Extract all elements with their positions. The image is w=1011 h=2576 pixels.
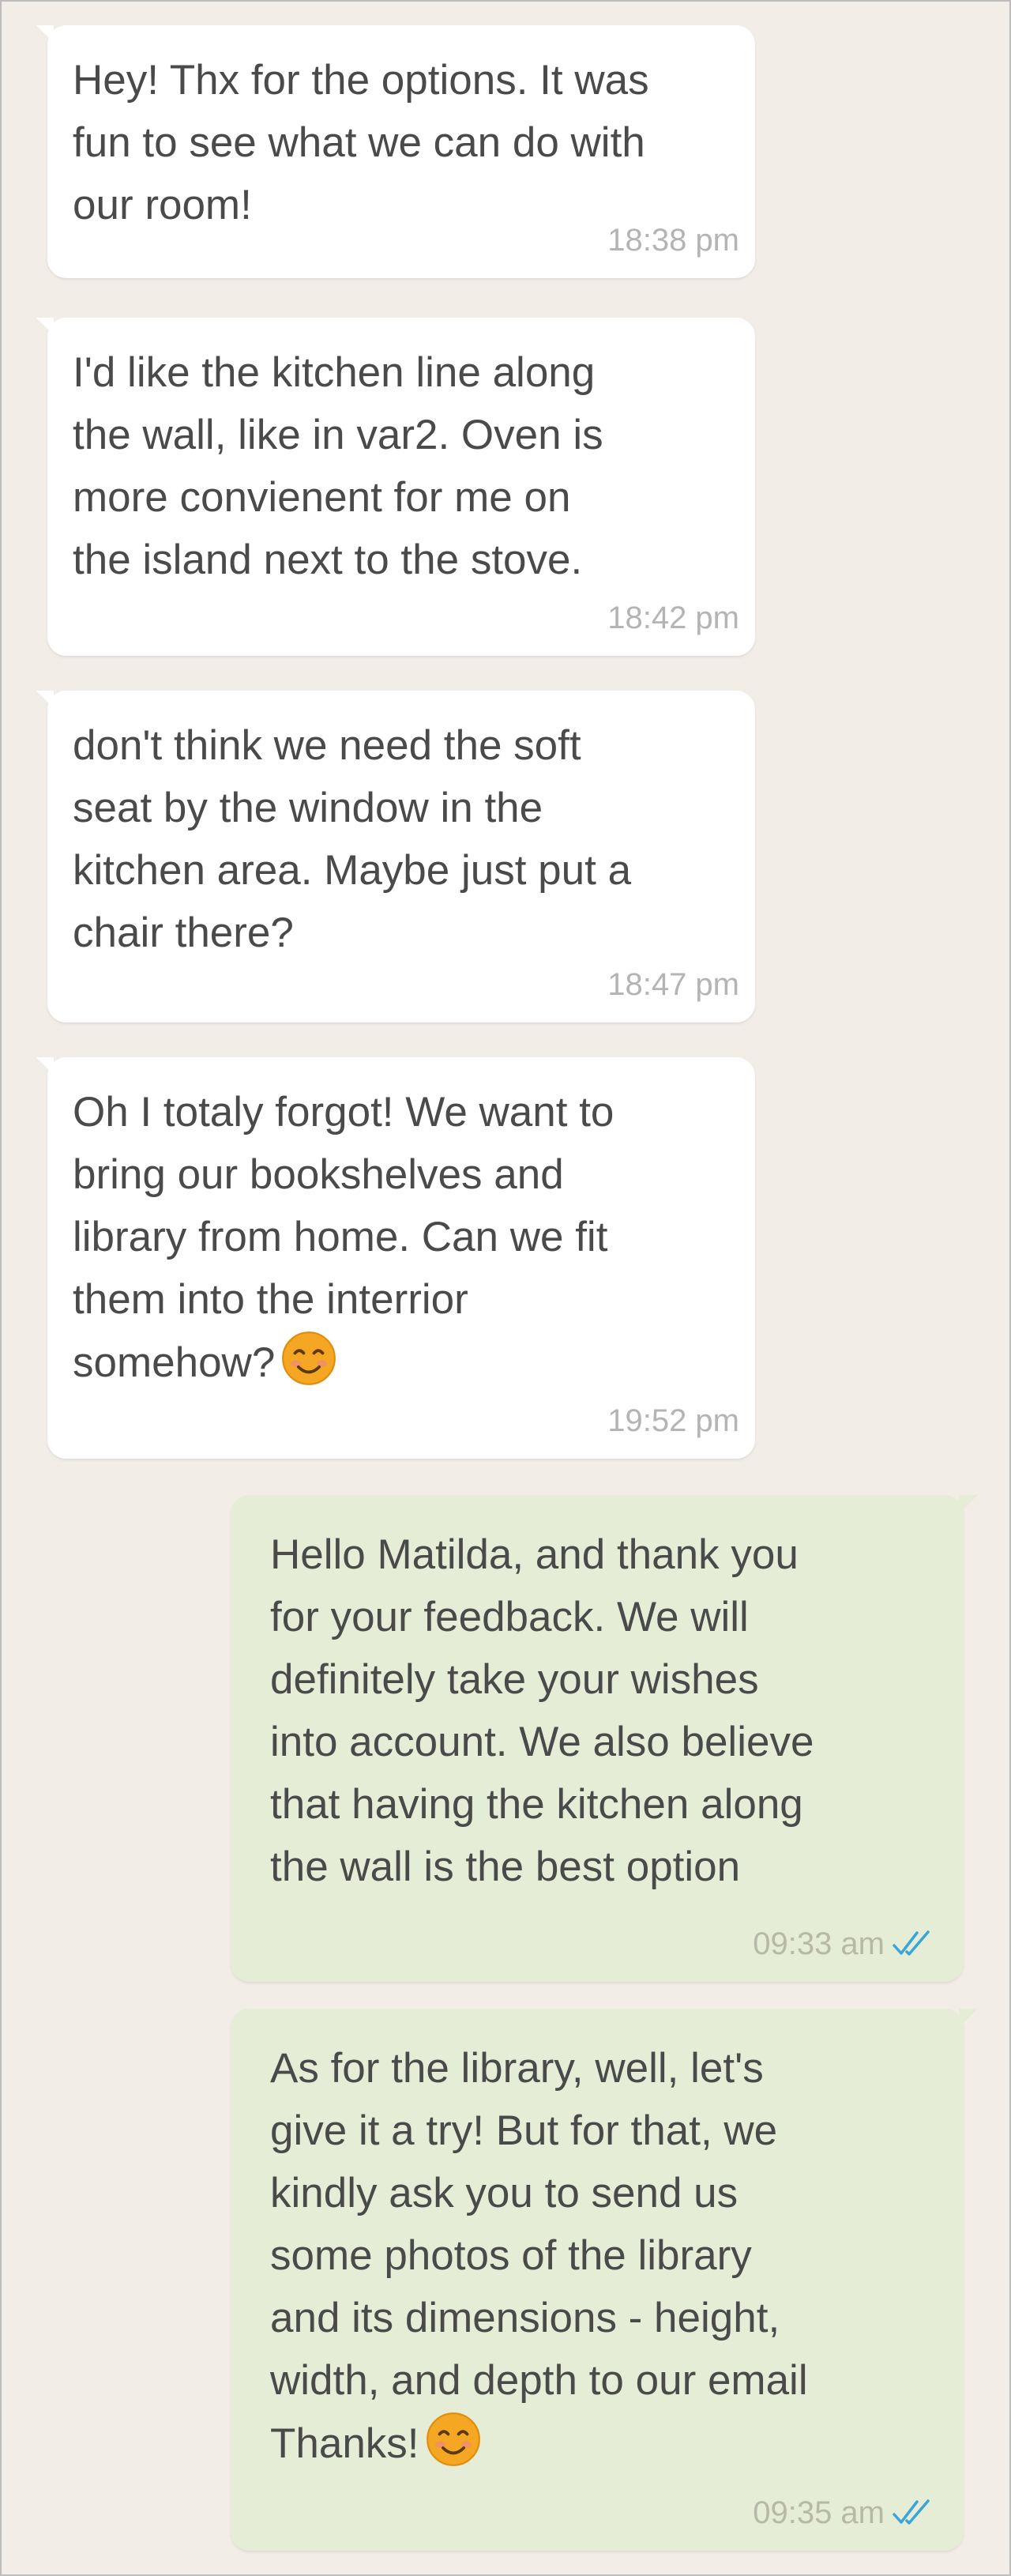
message-text: As for the library, well, let's give it … [270, 2037, 940, 2475]
bubble-tail [36, 25, 54, 43]
message-text-body: As for the library, well, let's give it … [270, 2045, 808, 2467]
message-bubble-incoming[interactable]: don't think we need the soft seat by the… [36, 691, 755, 1022]
message-meta: 09:33 am [753, 1926, 935, 1961]
message-text: I'd like the kitchen line along the wall… [73, 349, 603, 583]
message-text: Hey! Thx for the options. It was fun to … [73, 57, 649, 228]
bubble-tail [36, 1057, 54, 1075]
message-bubble-outgoing[interactable]: Hello Matilda, and thank you for your fe… [231, 1495, 978, 1982]
message-timestamp: 09:33 am [753, 1926, 885, 1961]
message-timestamp: 19:52 pm [607, 1403, 739, 1438]
message-bubble-incoming[interactable]: Oh I totaly forgot! We want to bring our… [36, 1057, 755, 1459]
bubble-tail [36, 691, 54, 708]
bubble-tail [959, 1495, 978, 1514]
message-timestamp: 18:42 pm [607, 601, 739, 635]
message-bubble-incoming[interactable]: Hey! Thx for the options. It was fun to … [36, 25, 755, 278]
message-timestamp: 18:38 pm [607, 223, 739, 258]
message-text: Hello Matilda, and thank you for your fe… [270, 1531, 814, 1890]
chat-window: Hey! Thx for the options. It was fun to … [0, 0, 1011, 2576]
message-text: Oh I totaly forgot! We want to bring our… [73, 1081, 731, 1394]
message-timestamp: 18:47 pm [607, 967, 739, 1002]
message-text: don't think we need the soft seat by the… [73, 722, 632, 956]
message-meta: 09:35 am [753, 2495, 935, 2530]
smiling-face-emoji-icon [282, 1331, 336, 1385]
smiling-face-emoji-icon [426, 2412, 480, 2466]
message-bubble-outgoing[interactable]: As for the library, well, let's give it … [231, 2009, 978, 2551]
bubble-tail [36, 318, 54, 335]
message-text-body: Oh I totaly forgot! We want to bring our… [73, 1089, 614, 1386]
double-check-icon [893, 2499, 930, 2525]
message-bubble-incoming[interactable]: I'd like the kitchen line along the wall… [36, 318, 755, 656]
bubble-tail [959, 2009, 978, 2028]
message-timestamp: 09:35 am [753, 2495, 885, 2530]
double-check-icon [893, 1930, 930, 1956]
